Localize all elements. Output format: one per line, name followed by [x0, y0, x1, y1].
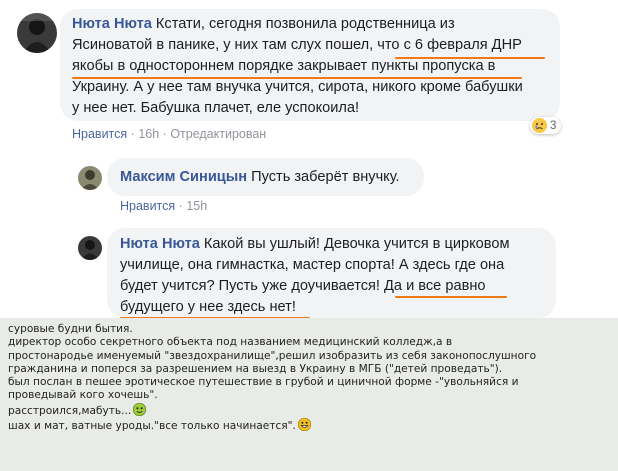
reaction-count-value: 3: [550, 119, 557, 132]
post-body: суровые будни бытия. директор особо секре…: [0, 318, 618, 471]
post-line: гражданина и поперся за разрешением на в…: [8, 362, 503, 375]
comment-author[interactable]: Максим Синицын: [120, 169, 247, 185]
comment-text: Максим Синицын Пусть заберёт внучку.: [120, 167, 420, 188]
post-text: суровые будни бытия. директор особо секре…: [8, 323, 612, 433]
like-link[interactable]: Нравится: [120, 199, 175, 213]
avatar[interactable]: [78, 166, 102, 190]
post-line: расстроился,мабуть...: [8, 404, 132, 417]
comment-line: Ясиноватой в панике, у них там слух поше…: [72, 37, 522, 53]
highlight-underline: [395, 57, 545, 59]
facebook-comments-panel: Нюта Нюта Кстати, сегодня позвонила родс…: [0, 0, 618, 319]
comment-author[interactable]: Нюта Нюта: [120, 236, 200, 252]
post-line: проведывай кого хочешь".: [8, 389, 158, 402]
comment-line: будущего у нее здесь нет!: [120, 299, 296, 315]
separator: ·: [178, 199, 183, 213]
comment-text: Нюта Нюта Какой вы ушлый! Девочка учится…: [120, 234, 550, 318]
avatar[interactable]: [17, 13, 57, 53]
post-line: директор особо секретного объекта под на…: [8, 336, 453, 349]
reaction-count[interactable]: 3: [530, 117, 562, 134]
avatar-photo-icon: [17, 13, 57, 53]
timestamp[interactable]: 15h: [186, 199, 207, 213]
comment-line: будет учится? Пусть уже доучивается! Да …: [120, 278, 486, 294]
comment-text: Нюта Нюта Кстати, сегодня позвонила родс…: [72, 14, 558, 119]
comment-author[interactable]: Нюта Нюта: [72, 16, 152, 32]
grinning-smiley-icon: [297, 417, 312, 432]
comment-line: якобы в одностороннем порядке закрывает …: [72, 58, 496, 74]
green-smiley-icon: [133, 402, 147, 416]
avatar[interactable]: [78, 236, 102, 260]
comment-line: Кстати, сегодня позвонила родственница и…: [155, 16, 455, 32]
highlight-underline: [72, 77, 522, 79]
highlight-underline: [395, 296, 507, 298]
timestamp[interactable]: 16h: [138, 127, 159, 141]
post-line: простонародье именуемый "звездохранилище…: [8, 349, 537, 362]
separator: ·: [162, 127, 167, 141]
comment-line: Пусть заберёт внучку.: [251, 169, 400, 185]
comment-meta: Нравится · 16h · Отредактирован: [72, 127, 266, 141]
edited-label[interactable]: Отредактирован: [170, 127, 266, 141]
comment-meta: Нравится · 15h: [120, 199, 207, 213]
like-link[interactable]: Нравится: [72, 127, 127, 141]
post-line: суровые будни бытия.: [8, 323, 133, 335]
sad-face-icon: [532, 118, 547, 133]
comment-line: Украину. А у нее там внучка учится, сиро…: [72, 79, 523, 95]
separator: ·: [130, 127, 135, 141]
avatar-photo-icon: [78, 236, 102, 260]
post-line: шах и мат, ватные уроды."все только начи…: [8, 420, 296, 433]
comment-line: училище, она гимнастка, мастер спорта! А…: [120, 257, 505, 273]
avatar-photo-icon: [78, 166, 102, 190]
comment-line: у нее нет. Бабушка плачет, еле успокоила…: [72, 100, 360, 116]
post-line: был послан в пешее эротическое путешеств…: [8, 376, 519, 389]
comment-line: Какой вы ушлый! Девочка учится в цирково…: [203, 236, 510, 252]
